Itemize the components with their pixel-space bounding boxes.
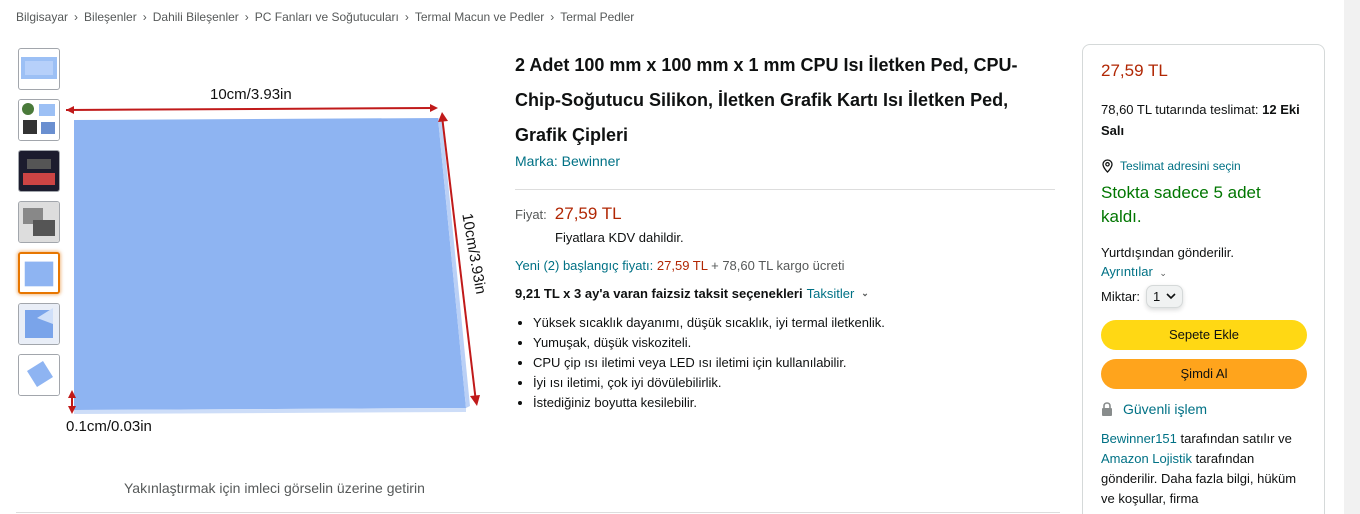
installment-text: 9,21 TL x 3 ay'a varan faizsiz taksit se… <box>515 286 803 301</box>
chevron-down-icon: ⌄ <box>1159 268 1167 278</box>
section-divider <box>16 512 1060 513</box>
breadcrumb-item-components[interactable]: Bileşenler <box>84 10 137 24</box>
thumbnail-4[interactable] <box>18 201 60 243</box>
ships-from: Yurtdışından gönderilir. <box>1101 245 1234 260</box>
thumbnail-2[interactable] <box>18 99 60 141</box>
product-title: 2 Adet 100 mm x 100 mm x 1 mm CPU Isı İl… <box>515 48 1055 153</box>
location-pin-icon <box>1102 159 1113 173</box>
price-value: 27,59 TL <box>554 204 622 223</box>
zoom-hint: Yakınlaştırmak için imleci görselin üzer… <box>124 480 425 496</box>
buy-now-button[interactable]: Şimdi Al <box>1101 359 1307 389</box>
main-product-image[interactable]: 10cm/3.93in 10cm/3.93in 0.1cm/0.03in <box>60 80 490 440</box>
new-offers: Yeni (2) başlangıç fiyatı: 27,59 TL + 78… <box>515 258 1055 273</box>
quantity-value: 1 <box>1153 289 1161 304</box>
thumbnail-image <box>19 304 59 344</box>
thumbnail-image <box>20 254 58 292</box>
seller-text: tarafından satılır ve <box>1180 431 1292 446</box>
thumbnail-7[interactable] <box>18 354 60 396</box>
new-offers-price: 27,59 TL <box>656 258 708 273</box>
thumbnail-image <box>21 57 57 79</box>
thermal-pad-image <box>65 104 480 414</box>
breadcrumb-separator: › <box>404 10 409 24</box>
thumbnail-image <box>19 202 59 242</box>
seller-link[interactable]: Bewinner151 <box>1101 431 1177 446</box>
breadcrumb-item-thermal-pads[interactable]: Termal Pedler <box>560 10 634 24</box>
width-label: 10cm/3.93in <box>210 86 292 103</box>
breadcrumb-separator: › <box>244 10 249 24</box>
buybox-price: 27,59 TL <box>1101 61 1168 80</box>
quantity-select[interactable]: 1 <box>1146 285 1184 308</box>
thumbnail-image <box>19 151 59 191</box>
breadcrumb-separator: › <box>142 10 147 24</box>
product-details: 2 Adet 100 mm x 100 mm x 1 mm CPU Isı İl… <box>515 48 1055 413</box>
thumbnail-image <box>19 100 59 140</box>
fulfillment-link[interactable]: Amazon Lojistik <box>1101 451 1192 466</box>
price-label: Fiyat: <box>515 207 547 222</box>
quantity-row: Miktar: 1 <box>1101 285 1306 308</box>
details-link[interactable]: Ayrıntılar ⌄ <box>1101 264 1306 279</box>
thumbnail-strip <box>18 48 60 396</box>
delivery-location-label: Teslimat adresini seçin <box>1120 159 1241 173</box>
secure-transaction-link[interactable]: Güvenli işlem <box>1101 401 1306 417</box>
chevron-down-icon <box>1166 293 1176 300</box>
secure-transaction-label: Güvenli işlem <box>1123 401 1208 417</box>
feature-bullet: Yüksek sıcaklık dayanımı, düşük sıcaklık… <box>533 313 1055 333</box>
thumbnail-3[interactable] <box>18 150 60 192</box>
feature-bullets: Yüksek sıcaklık dayanımı, düşük sıcaklık… <box>515 313 1055 413</box>
price-row: Fiyat: 27,59 TL <box>515 204 1055 224</box>
delivery-location-link[interactable]: Teslimat adresini seçin <box>1101 159 1306 173</box>
breadcrumb-item-thermal-paste[interactable]: Termal Macun ve Pedler <box>415 10 544 24</box>
breadcrumb-separator: › <box>550 10 555 24</box>
installment-link[interactable]: Taksitler <box>807 286 855 301</box>
delivery-info: 78,60 TL tutarında teslimat: 12 Eki Salı <box>1101 99 1306 141</box>
thumbnail-6[interactable] <box>18 303 60 345</box>
breadcrumb-item-pc-fans[interactable]: PC Fanları ve Soğutucuları <box>255 10 399 24</box>
thumbnail-5[interactable] <box>18 252 60 294</box>
delivery-prefix: 78,60 TL tutarında teslimat: <box>1101 102 1259 117</box>
thumbnail-image <box>19 355 59 395</box>
breadcrumb-separator: › <box>74 10 79 24</box>
feature-bullet: İyi ısı iletimi, çok iyi dövülebilirlik. <box>533 373 1055 393</box>
breadcrumb: Bilgisayar › Bileşenler › Dahili Bileşen… <box>16 10 634 24</box>
product-title-line-2: Chip-Soğutucu Silikon, İletken Grafik Ka… <box>515 90 1009 110</box>
brand-link[interactable]: Marka: Bewinner <box>515 153 1055 169</box>
thumbnail-1[interactable] <box>18 48 60 90</box>
breadcrumb-item-internal-components[interactable]: Dahili Bileşenler <box>153 10 239 24</box>
new-offers-link[interactable]: Yeni (2) başlangıç fiyatı: <box>515 258 653 273</box>
feature-bullet: CPU çip ısı iletimi veya LED ısı iletimi… <box>533 353 1055 373</box>
add-to-cart-button[interactable]: Sepete Ekle <box>1101 320 1307 350</box>
buy-box: 27,59 TL 78,60 TL tutarında teslimat: 12… <box>1082 44 1325 514</box>
product-title-line-3: Grafik Çipleri <box>515 125 629 145</box>
details-link-label: Ayrıntılar <box>1101 264 1153 279</box>
product-title-line-1: 2 Adet 100 mm x 100 mm x 1 mm CPU Isı İl… <box>515 55 1018 75</box>
lock-icon <box>1102 402 1112 416</box>
feature-bullet: İstediğiniz boyutta kesilebilir. <box>533 393 1055 413</box>
feature-bullet: Yumuşak, düşük viskoziteli. <box>533 333 1055 353</box>
breadcrumb-item-computer[interactable]: Bilgisayar <box>16 10 68 24</box>
quantity-label: Miktar: <box>1101 289 1140 304</box>
thickness-label: 0.1cm/0.03in <box>66 418 152 435</box>
chevron-down-icon[interactable]: ⌄ <box>861 288 869 299</box>
installment-row: 9,21 TL x 3 ay'a varan faizsiz taksit se… <box>515 286 1055 301</box>
new-offers-shipping: + 78,60 TL kargo ücreti <box>711 258 845 273</box>
details-divider <box>515 189 1055 190</box>
vat-note: Fiyatlara KDV dahildir. <box>555 230 684 245</box>
page-scrollbar[interactable] <box>1344 0 1360 514</box>
stock-status: Stokta sadece 5 adet kaldı. <box>1101 183 1261 226</box>
seller-info: Bewinner151 tarafından satılır ve Amazon… <box>1101 429 1306 509</box>
